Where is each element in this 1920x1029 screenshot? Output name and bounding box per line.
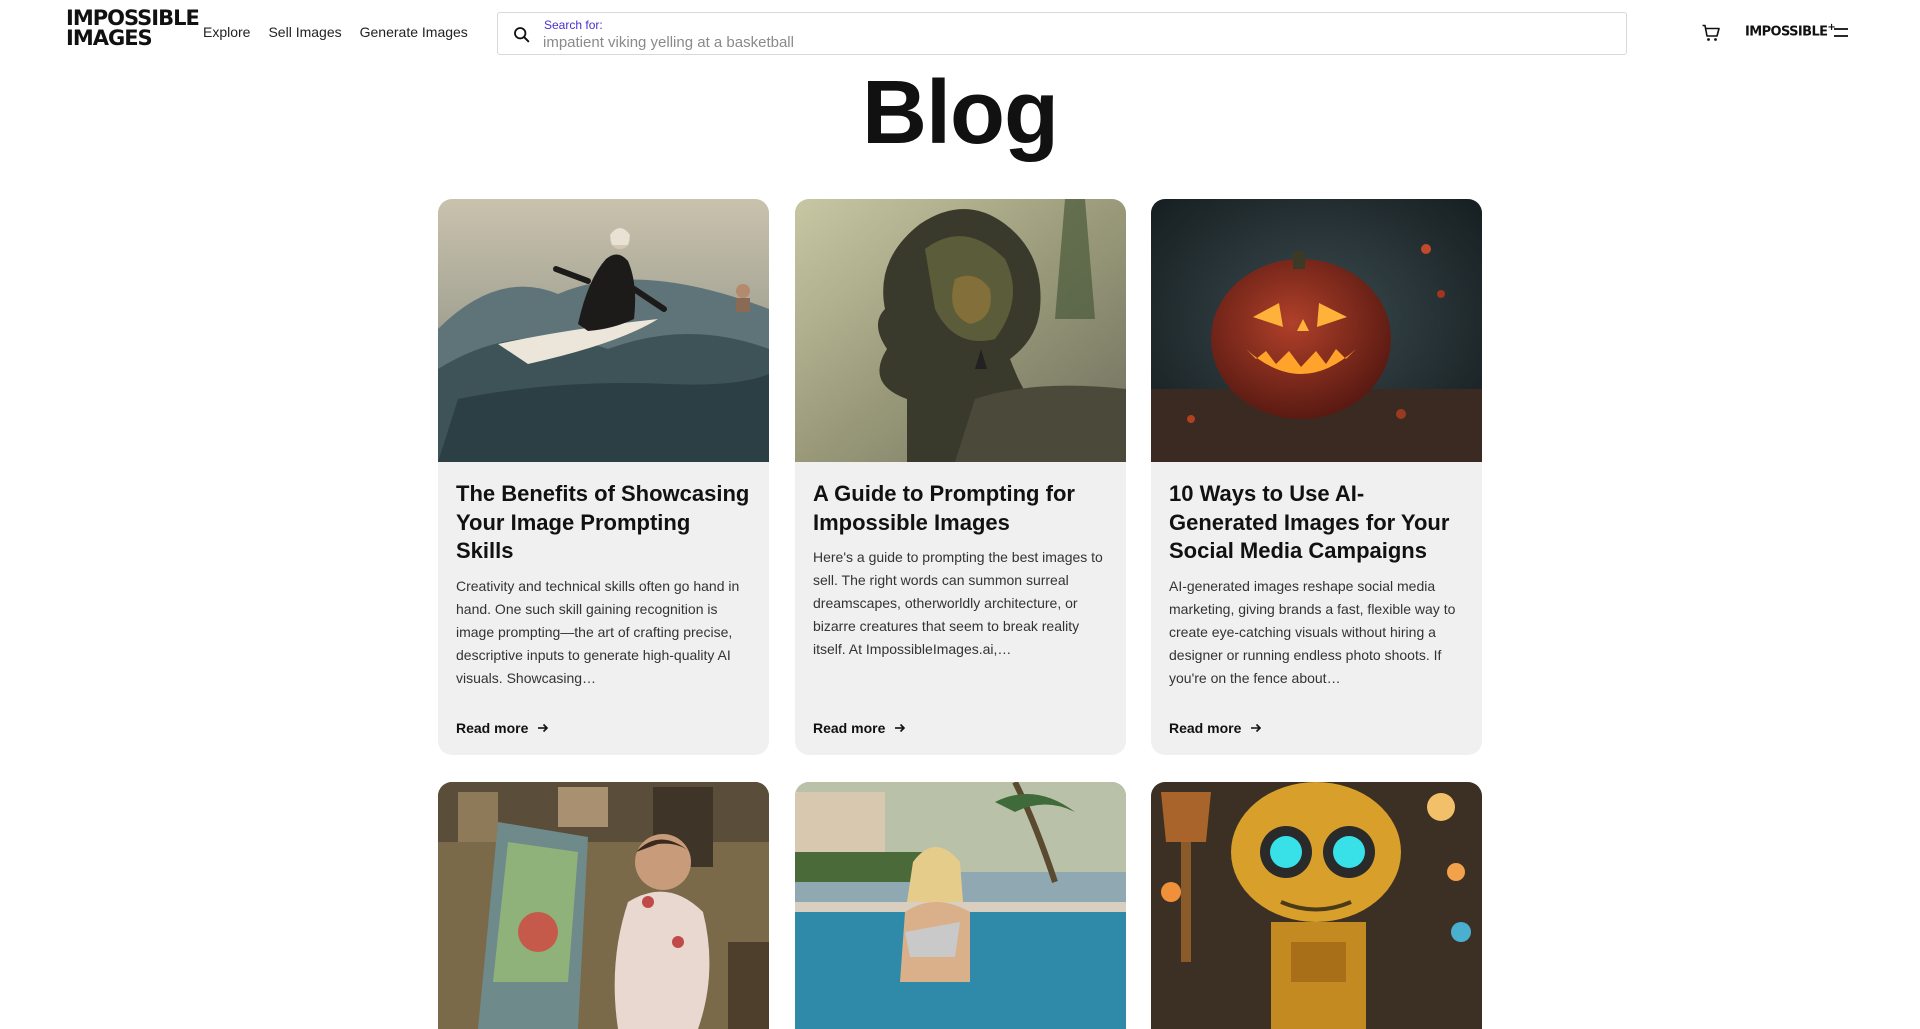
nav-explore[interactable]: Explore bbox=[203, 24, 250, 40]
blog-card[interactable]: The Benefits of Showcasing Your Image Pr… bbox=[438, 199, 769, 755]
search-input[interactable] bbox=[543, 33, 1603, 51]
blog-card-title[interactable]: 10 Ways to Use AI-Generated Images for Y… bbox=[1169, 480, 1464, 566]
main-nav: Explore Sell Images Generate Images bbox=[203, 24, 486, 40]
read-more-link[interactable]: Read more bbox=[456, 719, 552, 737]
site-header: IMPOSSIBLE IMAGES Explore Sell Images Ge… bbox=[0, 0, 1920, 66]
blog-card-image[interactable] bbox=[795, 782, 1126, 1029]
blog-card-excerpt: Creativity and technical skills often go… bbox=[456, 577, 740, 686]
read-more-label: Read more bbox=[456, 720, 529, 736]
search-box[interactable]: Search for: bbox=[497, 12, 1627, 55]
site-logo[interactable]: IMPOSSIBLE IMAGES bbox=[66, 6, 200, 54]
search-label: Search for: bbox=[544, 18, 603, 32]
nav-generate-images[interactable]: Generate Images bbox=[360, 24, 468, 40]
blog-card[interactable]: 10 Ways to Use AI-Generated Images for Y… bbox=[1151, 199, 1482, 755]
search-icon[interactable] bbox=[513, 26, 531, 44]
blog-card-image[interactable] bbox=[438, 199, 769, 462]
read-more-label: Read more bbox=[1169, 720, 1242, 736]
arrow-right-icon bbox=[1251, 723, 1262, 733]
arrow-right-icon bbox=[538, 723, 549, 733]
cart-icon[interactable] bbox=[1701, 23, 1721, 43]
blog-card-body: 10 Ways to Use AI-Generated Images for Y… bbox=[1151, 462, 1482, 690]
page-title: Blog bbox=[862, 63, 1059, 163]
blog-card-title[interactable]: The Benefits of Showcasing Your Image Pr… bbox=[456, 480, 751, 566]
blog-card-title[interactable]: A Guide to Prompting for Impossible Imag… bbox=[813, 480, 1108, 537]
plus-logo-text: IMPOSSIBLE bbox=[1745, 24, 1828, 40]
blog-card-image[interactable] bbox=[1151, 199, 1482, 462]
nav-sell-images[interactable]: Sell Images bbox=[268, 24, 341, 40]
arrow-right-icon bbox=[895, 723, 906, 733]
menu-icon[interactable] bbox=[1833, 26, 1849, 40]
blog-card-image[interactable] bbox=[1151, 782, 1482, 1029]
blog-card-excerpt: AI-generated images reshape social media… bbox=[1169, 577, 1456, 686]
read-more-label: Read more bbox=[813, 720, 886, 736]
blog-card-image[interactable] bbox=[438, 782, 769, 1029]
blog-card-image[interactable] bbox=[795, 199, 1126, 462]
logo-line-1: IMPOSSIBLE bbox=[66, 6, 200, 30]
read-more-link[interactable]: Read more bbox=[813, 719, 909, 737]
read-more-link[interactable]: Read more bbox=[1169, 719, 1265, 737]
blog-card-excerpt: Here's a guide to prompting the best ima… bbox=[813, 549, 1103, 657]
impossible-plus-link[interactable]: IMPOSSIBLE+ bbox=[1745, 22, 1836, 40]
logo-line-2: IMAGES bbox=[66, 26, 153, 50]
blog-card-body: A Guide to Prompting for Impossible Imag… bbox=[795, 462, 1126, 661]
blog-card[interactable]: A Guide to Prompting for Impossible Imag… bbox=[795, 199, 1126, 755]
blog-card-body: The Benefits of Showcasing Your Image Pr… bbox=[438, 462, 769, 690]
